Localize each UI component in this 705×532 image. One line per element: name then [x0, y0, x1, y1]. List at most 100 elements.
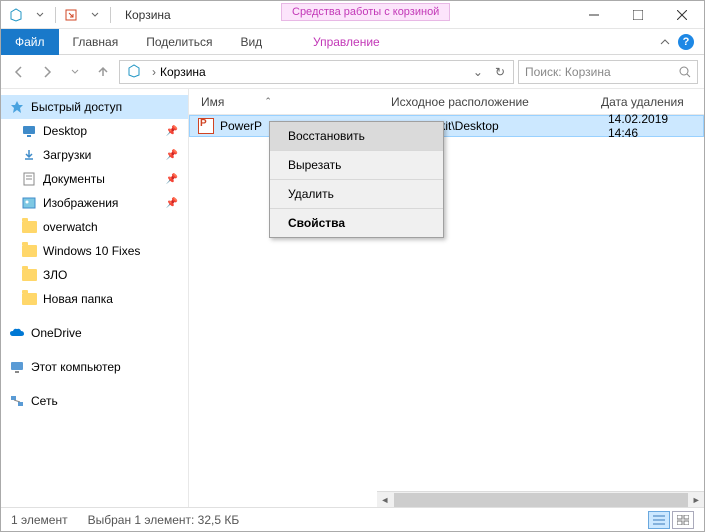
refresh-icon[interactable]: ↻	[489, 65, 511, 79]
title-bar: Корзина Средства работы с корзиной	[1, 1, 704, 29]
sidebar-item-label: Документы	[43, 172, 105, 186]
folder-icon	[21, 291, 37, 307]
menu-properties[interactable]: Свойства	[270, 209, 443, 237]
separator	[110, 7, 111, 23]
powerpoint-icon	[198, 118, 214, 134]
sidebar-item-label: Изображения	[43, 196, 118, 210]
close-button[interactable]	[660, 1, 704, 29]
tab-home[interactable]: Главная	[59, 29, 133, 55]
folder-icon	[21, 219, 37, 235]
network-icon	[9, 393, 25, 409]
forward-button[interactable]	[35, 60, 59, 84]
sidebar-item-downloads[interactable]: Загрузки 📌	[1, 143, 188, 167]
sidebar-item-label: ЗЛО	[43, 268, 67, 282]
minimize-button[interactable]	[572, 1, 616, 29]
file-list: Имя ⌃ Исходное расположение Дата удалени…	[189, 89, 704, 507]
downloads-icon	[21, 147, 37, 163]
back-button[interactable]	[7, 60, 31, 84]
status-selection: Выбран 1 элемент: 32,5 КБ	[88, 513, 240, 527]
maximize-button[interactable]	[616, 1, 660, 29]
recycle-bin-icon[interactable]	[5, 4, 27, 26]
sidebar-item-folder[interactable]: ЗЛО	[1, 263, 188, 287]
sidebar-item-label: Новая папка	[43, 292, 113, 306]
sidebar-item-label: Быстрый доступ	[31, 100, 122, 114]
sidebar-item-label: Этот компьютер	[31, 360, 121, 374]
column-date[interactable]: Дата удаления	[601, 95, 704, 109]
help-icon[interactable]: ?	[678, 34, 694, 50]
sidebar-this-pc[interactable]: Этот компьютер	[1, 355, 188, 379]
scroll-left-icon[interactable]: ◄	[377, 492, 393, 508]
menu-restore[interactable]: Восстановить	[270, 122, 443, 151]
tab-manage[interactable]: Управление	[299, 29, 394, 55]
status-bar: 1 элемент Выбран 1 элемент: 32,5 КБ	[1, 507, 704, 531]
view-switcher	[648, 511, 694, 529]
sidebar-item-desktop[interactable]: Desktop 📌	[1, 119, 188, 143]
pictures-icon	[21, 195, 37, 211]
sidebar-item-pictures[interactable]: Изображения 📌	[1, 191, 188, 215]
recycle-bin-icon	[126, 63, 144, 81]
tab-share[interactable]: Поделиться	[132, 29, 226, 55]
desktop-icon	[21, 123, 37, 139]
sidebar-quick-access[interactable]: Быстрый доступ	[1, 95, 188, 119]
file-row[interactable]: PowerP Jsers\nikit\Desktop 14.02.2019 14…	[189, 115, 704, 137]
documents-icon	[21, 171, 37, 187]
ribbon-tabs: Файл Главная Поделиться Вид Управление ?	[1, 29, 704, 55]
sidebar-item-label: Windows 10 Fixes	[43, 244, 140, 258]
column-name[interactable]: Имя ⌃	[201, 95, 391, 109]
search-icon[interactable]	[679, 66, 691, 78]
separator	[55, 7, 56, 23]
menu-cut[interactable]: Вырезать	[270, 151, 443, 180]
recent-dropdown-icon[interactable]	[63, 60, 87, 84]
navigation-bar: › Корзина ⌄ ↻ Поиск: Корзина	[1, 55, 704, 89]
scroll-thumb[interactable]	[394, 493, 689, 507]
properties-icon[interactable]	[60, 4, 82, 26]
qat-dropdown-icon[interactable]	[29, 4, 51, 26]
sidebar-item-label: Сеть	[31, 394, 58, 408]
navigation-pane: Быстрый доступ Desktop 📌 Загрузки 📌 Доку…	[1, 89, 189, 507]
expand-ribbon-icon[interactable]	[660, 37, 670, 47]
contextual-tab-label: Средства работы с корзиной	[281, 3, 450, 21]
window-title: Корзина	[125, 8, 171, 22]
sidebar-item-label: OneDrive	[31, 326, 82, 340]
details-view-button[interactable]	[648, 511, 670, 529]
tab-file[interactable]: Файл	[1, 29, 59, 55]
cloud-icon	[9, 325, 25, 341]
sidebar-item-folder[interactable]: overwatch	[1, 215, 188, 239]
scroll-right-icon[interactable]: ►	[688, 492, 704, 508]
tab-view[interactable]: Вид	[226, 29, 276, 55]
sidebar-item-folder[interactable]: Windows 10 Fixes	[1, 239, 188, 263]
sort-indicator-icon: ⌃	[264, 96, 272, 107]
breadcrumb-location[interactable]: Корзина	[160, 65, 206, 79]
sidebar-item-documents[interactable]: Документы 📌	[1, 167, 188, 191]
pin-icon: 📌	[166, 150, 178, 161]
sidebar-onedrive[interactable]: OneDrive	[1, 321, 188, 345]
address-bar[interactable]: › Корзина ⌄ ↻	[119, 60, 514, 84]
status-item-count: 1 элемент	[11, 513, 68, 527]
up-button[interactable]	[91, 60, 115, 84]
search-placeholder: Поиск: Корзина	[525, 65, 611, 79]
window-controls	[572, 1, 704, 29]
thumbnails-view-button[interactable]	[672, 511, 694, 529]
quick-access-toolbar	[1, 4, 117, 26]
pin-icon: 📌	[166, 174, 178, 185]
sidebar-item-folder[interactable]: Новая папка	[1, 287, 188, 311]
star-icon	[9, 99, 25, 115]
folder-icon	[21, 267, 37, 283]
search-input[interactable]: Поиск: Корзина	[518, 60, 698, 84]
address-bar-controls: ⌄ ↻	[467, 65, 511, 79]
dropdown-icon[interactable]: ⌄	[467, 65, 489, 79]
sidebar-network[interactable]: Сеть	[1, 389, 188, 413]
chevron-right-icon[interactable]: ›	[148, 65, 160, 79]
sidebar-item-label: Загрузки	[43, 148, 91, 162]
context-menu: Восстановить Вырезать Удалить Свойства	[269, 121, 444, 238]
qat-dropdown2-icon[interactable]	[84, 4, 106, 26]
sidebar-item-label: Desktop	[43, 124, 87, 138]
computer-icon	[9, 359, 25, 375]
pin-icon: 📌	[166, 198, 178, 209]
menu-delete[interactable]: Удалить	[270, 180, 443, 209]
pin-icon: 📌	[166, 126, 178, 137]
ribbon-right: ?	[660, 34, 704, 50]
sidebar-item-label: overwatch	[43, 220, 98, 234]
horizontal-scrollbar[interactable]: ◄ ►	[377, 491, 704, 507]
column-location[interactable]: Исходное расположение	[391, 95, 601, 109]
